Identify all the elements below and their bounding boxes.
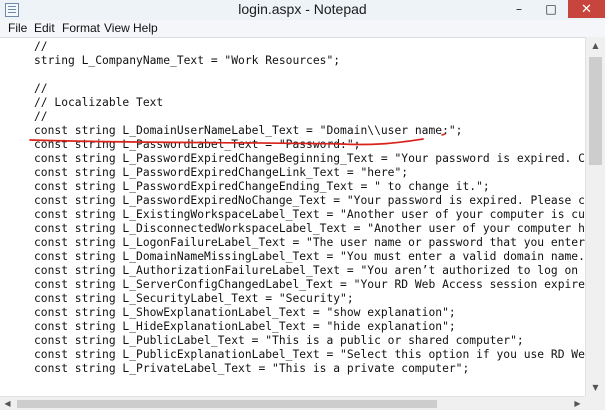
scrollbar-corner: [585, 396, 605, 410]
editor-line: const string L_AuthorizationFailureLabel…: [34, 264, 585, 277]
editor-line: const string L_DomainUserNameLabel_Text …: [34, 124, 463, 137]
scroll-right-button[interactable]: ▶: [570, 397, 585, 410]
editor-line: const string L_PasswordExpiredNoChange_T…: [34, 194, 585, 207]
editor-line: const string L_PasswordExpiredChangeEndi…: [34, 180, 490, 193]
scroll-down-button[interactable]: ▼: [586, 379, 605, 396]
menu-bar: File Edit Format View Help: [0, 20, 605, 38]
vertical-scrollbar[interactable]: ▲ ▼: [585, 37, 605, 396]
close-button[interactable]: ✕: [568, 0, 605, 18]
editor-line: const string L_ExistingWorkspaceLabel_Te…: [34, 208, 585, 221]
menu-file[interactable]: File: [6, 21, 29, 36]
menu-edit[interactable]: Edit: [32, 21, 57, 36]
editor-line: const string L_LogonFailureLabel_Text = …: [34, 236, 585, 249]
editor-line: const string L_PasswordLabel_Text = "Pas…: [34, 138, 361, 151]
menu-help[interactable]: Help: [131, 21, 160, 36]
editor-line: const string L_PasswordExpiredChangeLink…: [34, 166, 409, 179]
editor-line: //: [34, 82, 48, 95]
editor-line: const string L_DomainNameMissingLabel_Te…: [34, 250, 585, 263]
editor-line: const string L_PasswordExpiredChangeBegi…: [34, 152, 585, 165]
maximize-button[interactable]: □: [536, 0, 566, 18]
editor-line: string L_CompanyName_Text = "Work Resour…: [34, 54, 341, 67]
vertical-scroll-thumb[interactable]: [589, 57, 602, 165]
notepad-window: login.aspx - Notepad – □ ✕ File Edit For…: [0, 0, 605, 410]
editor-line: //: [34, 40, 48, 53]
editor-line: const string L_ShowExplanationLabel_Text…: [34, 306, 456, 319]
scroll-up-button[interactable]: ▲: [586, 37, 605, 54]
horizontal-scroll-thumb[interactable]: [17, 400, 437, 408]
editor-line: const string L_HideExplanationLabel_Text…: [34, 320, 456, 333]
editor-line: const string L_ServerConfigChangedLabel_…: [34, 278, 585, 291]
text-editor[interactable]: // string L_CompanyName_Text = "Work Res…: [0, 38, 585, 396]
editor-line: // Localizable Text: [34, 96, 164, 109]
title-bar[interactable]: login.aspx - Notepad – □ ✕: [0, 0, 605, 21]
editor-line: const string L_SecurityLabel_Text = "Sec…: [34, 292, 354, 305]
editor-line: const string L_PublicExplanationLabel_Te…: [34, 348, 585, 361]
menu-format[interactable]: Format: [60, 21, 102, 36]
editor-line: //: [34, 110, 48, 123]
editor-line: const string L_PrivateLabel_Text = "This…: [34, 362, 470, 375]
editor-line: const string L_DisconnectedWorkspaceLabe…: [34, 222, 585, 235]
horizontal-scrollbar[interactable]: ◀ ▶: [0, 396, 585, 410]
minimize-button[interactable]: –: [504, 0, 534, 18]
menu-view[interactable]: View: [102, 21, 132, 36]
editor-line: const string L_PublicLabel_Text = "This …: [34, 334, 524, 347]
scroll-left-button[interactable]: ◀: [0, 397, 15, 410]
